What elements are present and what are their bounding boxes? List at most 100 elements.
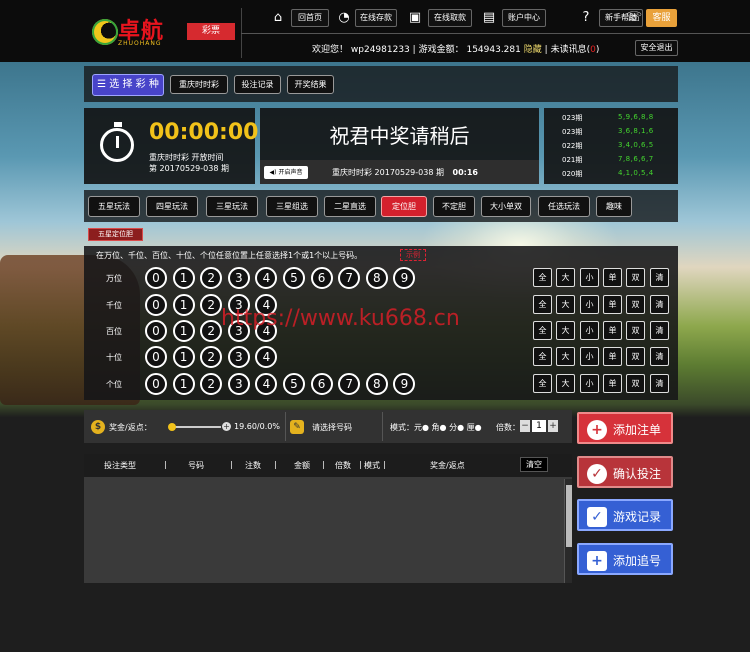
add-bet-button[interactable]: + 添加注单 <box>577 412 673 444</box>
caipiao-badge[interactable]: 彩票 <box>187 23 235 40</box>
quick-select-button[interactable]: 大 <box>556 295 575 314</box>
quick-select-button[interactable]: 全 <box>533 374 552 393</box>
clear-button[interactable]: 清空 <box>520 457 548 472</box>
quick-select-button[interactable]: 小 <box>580 347 599 366</box>
sound-toggle-button[interactable]: ◀) 开启声音 <box>264 166 308 179</box>
hide-balance-link[interactable]: 隐藏 <box>524 45 542 55</box>
plus-icon[interactable]: + <box>222 422 231 431</box>
number-ball[interactable]: 1 <box>172 294 195 316</box>
divider <box>285 412 286 441</box>
rebate-slider[interactable] <box>171 426 221 428</box>
quick-select-button[interactable]: 小 <box>580 268 599 287</box>
tab-position[interactable]: 定位胆 <box>381 196 427 217</box>
quick-select-button[interactable]: 小 <box>580 295 599 314</box>
number-ball[interactable]: 0 <box>145 373 167 395</box>
quick-select-button[interactable]: 全 <box>533 295 552 314</box>
number-ball[interactable]: 0 <box>145 320 167 342</box>
nav-deposit[interactable]: 在线存款 <box>355 9 397 27</box>
number-ball[interactable]: 0 <box>145 267 167 289</box>
multiplier-input[interactable]: 1 <box>532 420 546 432</box>
number-ball[interactable]: 8 <box>365 373 388 395</box>
quick-select-button[interactable]: 双 <box>626 321 645 340</box>
quick-select-button[interactable]: 大 <box>556 374 575 393</box>
draw-result-button[interactable]: 开奖结果 <box>287 75 334 94</box>
number-ball[interactable]: 0 <box>145 346 167 368</box>
number-ball[interactable]: 1 <box>172 346 195 368</box>
number-ball[interactable]: 0 <box>145 294 167 316</box>
quick-select-button[interactable]: 清 <box>650 295 669 314</box>
number-ball[interactable]: 6 <box>310 267 333 289</box>
welcome-text: 欢迎您！ <box>312 45 349 55</box>
number-ball[interactable]: 5 <box>283 267 305 289</box>
number-ball[interactable]: 5 <box>283 373 305 395</box>
subtab-five-star-position[interactable]: 五星定位胆 <box>88 228 143 241</box>
mode-li[interactable]: 厘 <box>467 423 475 432</box>
confirm-bet-button[interactable]: ✓ 确认投注 <box>577 456 673 488</box>
bet-table-body <box>84 477 572 583</box>
number-ball[interactable]: 3 <box>227 346 250 368</box>
tab-big-small[interactable]: 大小单双 <box>481 196 531 217</box>
mode-radio-icon[interactable]: ● <box>440 423 447 432</box>
mode-yuan[interactable]: 元 <box>414 423 422 432</box>
tab-three-star-group[interactable]: 三星组选 <box>266 196 318 217</box>
number-ball[interactable]: 1 <box>172 373 195 395</box>
tab-optional[interactable]: 任选玩法 <box>538 196 590 217</box>
bet-record-button[interactable]: 投注记录 <box>234 75 281 94</box>
nav-home[interactable]: 回首页 <box>291 9 329 27</box>
tab-two-star-direct[interactable]: 二星直选 <box>324 196 376 217</box>
number-ball[interactable]: 3 <box>227 373 250 395</box>
quick-select-button[interactable]: 双 <box>626 295 645 314</box>
customer-service-button[interactable]: 客服 <box>646 9 677 27</box>
quick-select-button[interactable]: 清 <box>650 321 669 340</box>
quick-select-button[interactable]: 全 <box>533 268 552 287</box>
nav-withdraw[interactable]: 在线取款 <box>428 9 472 27</box>
multiplier-plus-button[interactable]: + <box>548 420 558 432</box>
mode-radio-icon[interactable]: ● <box>475 423 482 432</box>
quick-select-button[interactable]: 大 <box>556 321 575 340</box>
number-ball[interactable]: 1 <box>172 267 195 289</box>
mode-jiao[interactable]: 角 <box>432 423 440 432</box>
quick-select-button[interactable]: 单 <box>603 347 622 366</box>
quick-select-button[interactable]: 小 <box>580 374 599 393</box>
quick-select-button[interactable]: 单 <box>603 268 622 287</box>
quick-select-button[interactable]: 全 <box>533 347 552 366</box>
quick-select-button[interactable]: 全 <box>533 321 552 340</box>
tab-three-star[interactable]: 三星玩法 <box>206 196 258 217</box>
quick-select-button[interactable]: 大 <box>556 268 575 287</box>
add-chase-button[interactable]: + 添加追号 <box>577 543 673 575</box>
quick-select-button[interactable]: 大 <box>556 347 575 366</box>
quick-select-button[interactable]: 清 <box>650 268 669 287</box>
logo[interactable]: 卓航 ZHUOHANG <box>90 11 170 51</box>
tab-fun[interactable]: 趣味 <box>596 196 632 217</box>
unread-label[interactable]: 未读讯息( <box>551 45 591 55</box>
number-ball[interactable]: 8 <box>365 267 388 289</box>
quick-select-button[interactable]: 双 <box>626 347 645 366</box>
mode-radio-icon[interactable]: ● <box>457 423 464 432</box>
choose-lottery-button[interactable]: ☰ 选 择 彩 种 <box>92 74 164 96</box>
lottery-cqssc-button[interactable]: 重庆时时彩 <box>170 75 228 94</box>
tab-four-star[interactable]: 四星玩法 <box>146 196 198 217</box>
quick-select-button[interactable]: 清 <box>650 374 669 393</box>
quick-select-button[interactable]: 清 <box>650 347 669 366</box>
number-ball[interactable]: 1 <box>172 320 195 342</box>
quick-select-button[interactable]: 双 <box>626 374 645 393</box>
logout-button[interactable]: 安全退出 <box>635 40 678 56</box>
scrollbar[interactable] <box>564 479 572 583</box>
quick-select-button[interactable]: 单 <box>603 374 622 393</box>
nav-account[interactable]: 账户中心 <box>502 9 546 27</box>
mode-fen[interactable]: 分 <box>449 423 457 432</box>
scrollbar-thumb[interactable] <box>566 485 572 547</box>
tab-five-star[interactable]: 五星玩法 <box>88 196 140 217</box>
number-ball[interactable]: 6 <box>310 373 333 395</box>
rebate-slider-knob[interactable] <box>168 423 176 431</box>
game-record-button[interactable]: ✓ 游戏记录 <box>577 499 673 531</box>
tab-no-position[interactable]: 不定胆 <box>433 196 475 217</box>
mode-radio-icon[interactable]: ● <box>422 423 429 432</box>
quick-select-button[interactable]: 单 <box>603 321 622 340</box>
quick-select-button[interactable]: 双 <box>626 268 645 287</box>
quick-select-button[interactable]: 单 <box>603 295 622 314</box>
example-link[interactable]: 示例 <box>400 249 426 261</box>
multiplier-minus-button[interactable]: − <box>520 420 530 432</box>
quick-select-button[interactable]: 小 <box>580 321 599 340</box>
number-ball[interactable]: 3 <box>227 267 250 289</box>
